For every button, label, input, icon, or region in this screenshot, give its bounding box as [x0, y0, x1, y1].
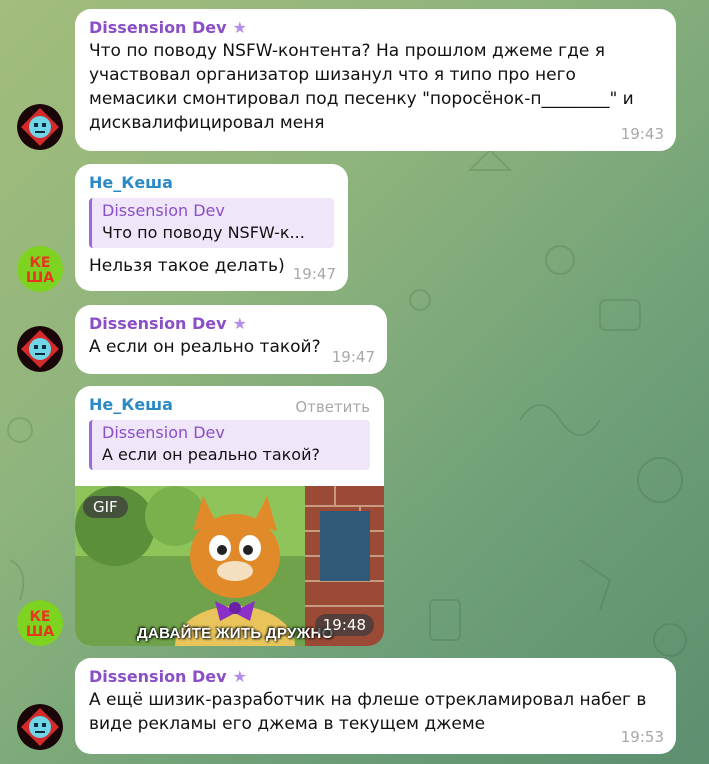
reply-quote-text: Что по поводу NSFW-к...	[102, 223, 305, 242]
kesha-avatar-line-1: КЕ	[29, 609, 50, 625]
gif-badge: GIF	[83, 496, 128, 518]
kesha-text-icon: КЕ ША	[17, 600, 63, 646]
sender-name[interactable]: Dissension Dev ★	[89, 313, 373, 335]
message-bubble[interactable]: Не_Кеша Dissension Dev Что по поводу NSF…	[75, 164, 348, 291]
message-text: Что по поводу NSFW-контента? На прошлом …	[89, 41, 634, 133]
premium-star-icon: ★	[232, 667, 247, 686]
kesha-avatar-line-2: ША	[26, 270, 54, 286]
message-time: 19:53	[620, 728, 664, 746]
reply-quote[interactable]: Dissension Dev Что по поводу NSFW-к...	[89, 198, 334, 248]
message-time: 19:48	[314, 614, 374, 636]
avatar-ne-kesha[interactable]: КЕ ША	[17, 600, 63, 646]
avatar-dissension-dev[interactable]	[17, 104, 63, 150]
premium-star-icon: ★	[232, 18, 247, 37]
message-bubble[interactable]: Dissension Dev ★ А если он реально такой…	[75, 305, 387, 374]
message-text: А ещё шизик-разработчик на флеше отрекла…	[89, 690, 647, 734]
reply-quote[interactable]: Dissension Dev А если он реально такой?	[89, 420, 370, 470]
reply-quote-text: А если он реально такой?	[102, 445, 320, 464]
sender-name[interactable]: Dissension Dev ★	[89, 17, 662, 39]
sender-name[interactable]: Не_Кеша	[89, 172, 334, 194]
sender-name[interactable]: Dissension Dev ★	[89, 666, 662, 688]
premium-star-icon: ★	[232, 314, 247, 333]
message-time: 19:47	[292, 265, 336, 283]
message-time: 19:43	[620, 125, 664, 143]
kesha-avatar-line-2: ША	[26, 624, 54, 640]
message-time: 19:47	[331, 348, 375, 366]
reply-button[interactable]: Ответить	[295, 398, 370, 416]
gif-media[interactable]: GIF ДАВАЙТЕ ЖИТЬ ДРУЖНО 19:48	[75, 486, 384, 646]
kesha-avatar-line-1: КЕ	[29, 255, 50, 271]
kesha-text-icon: КЕ ША	[17, 246, 63, 292]
message-bubble[interactable]: Dissension Dev ★ Что по поводу NSFW-конт…	[75, 9, 676, 151]
message-bubble[interactable]: Dissension Dev ★ А ещё шизик-разработчик…	[75, 658, 676, 754]
reply-quote-name: Dissension Dev	[102, 201, 225, 220]
robot-skull-icon	[17, 326, 63, 372]
robot-skull-icon	[17, 704, 63, 750]
robot-skull-icon	[17, 104, 63, 150]
avatar-dissension-dev[interactable]	[17, 326, 63, 372]
avatar-dissension-dev[interactable]	[17, 704, 63, 750]
reply-quote-name: Dissension Dev	[102, 423, 225, 442]
avatar-ne-kesha[interactable]: КЕ ША	[17, 246, 63, 292]
message-bubble[interactable]: Не_Кеша Ответить Dissension Dev А если о…	[75, 386, 384, 646]
message-text: А если он реально такой?	[89, 337, 321, 357]
gif-caption: ДАВАЙТЕ ЖИТЬ ДРУЖНО	[137, 625, 334, 642]
